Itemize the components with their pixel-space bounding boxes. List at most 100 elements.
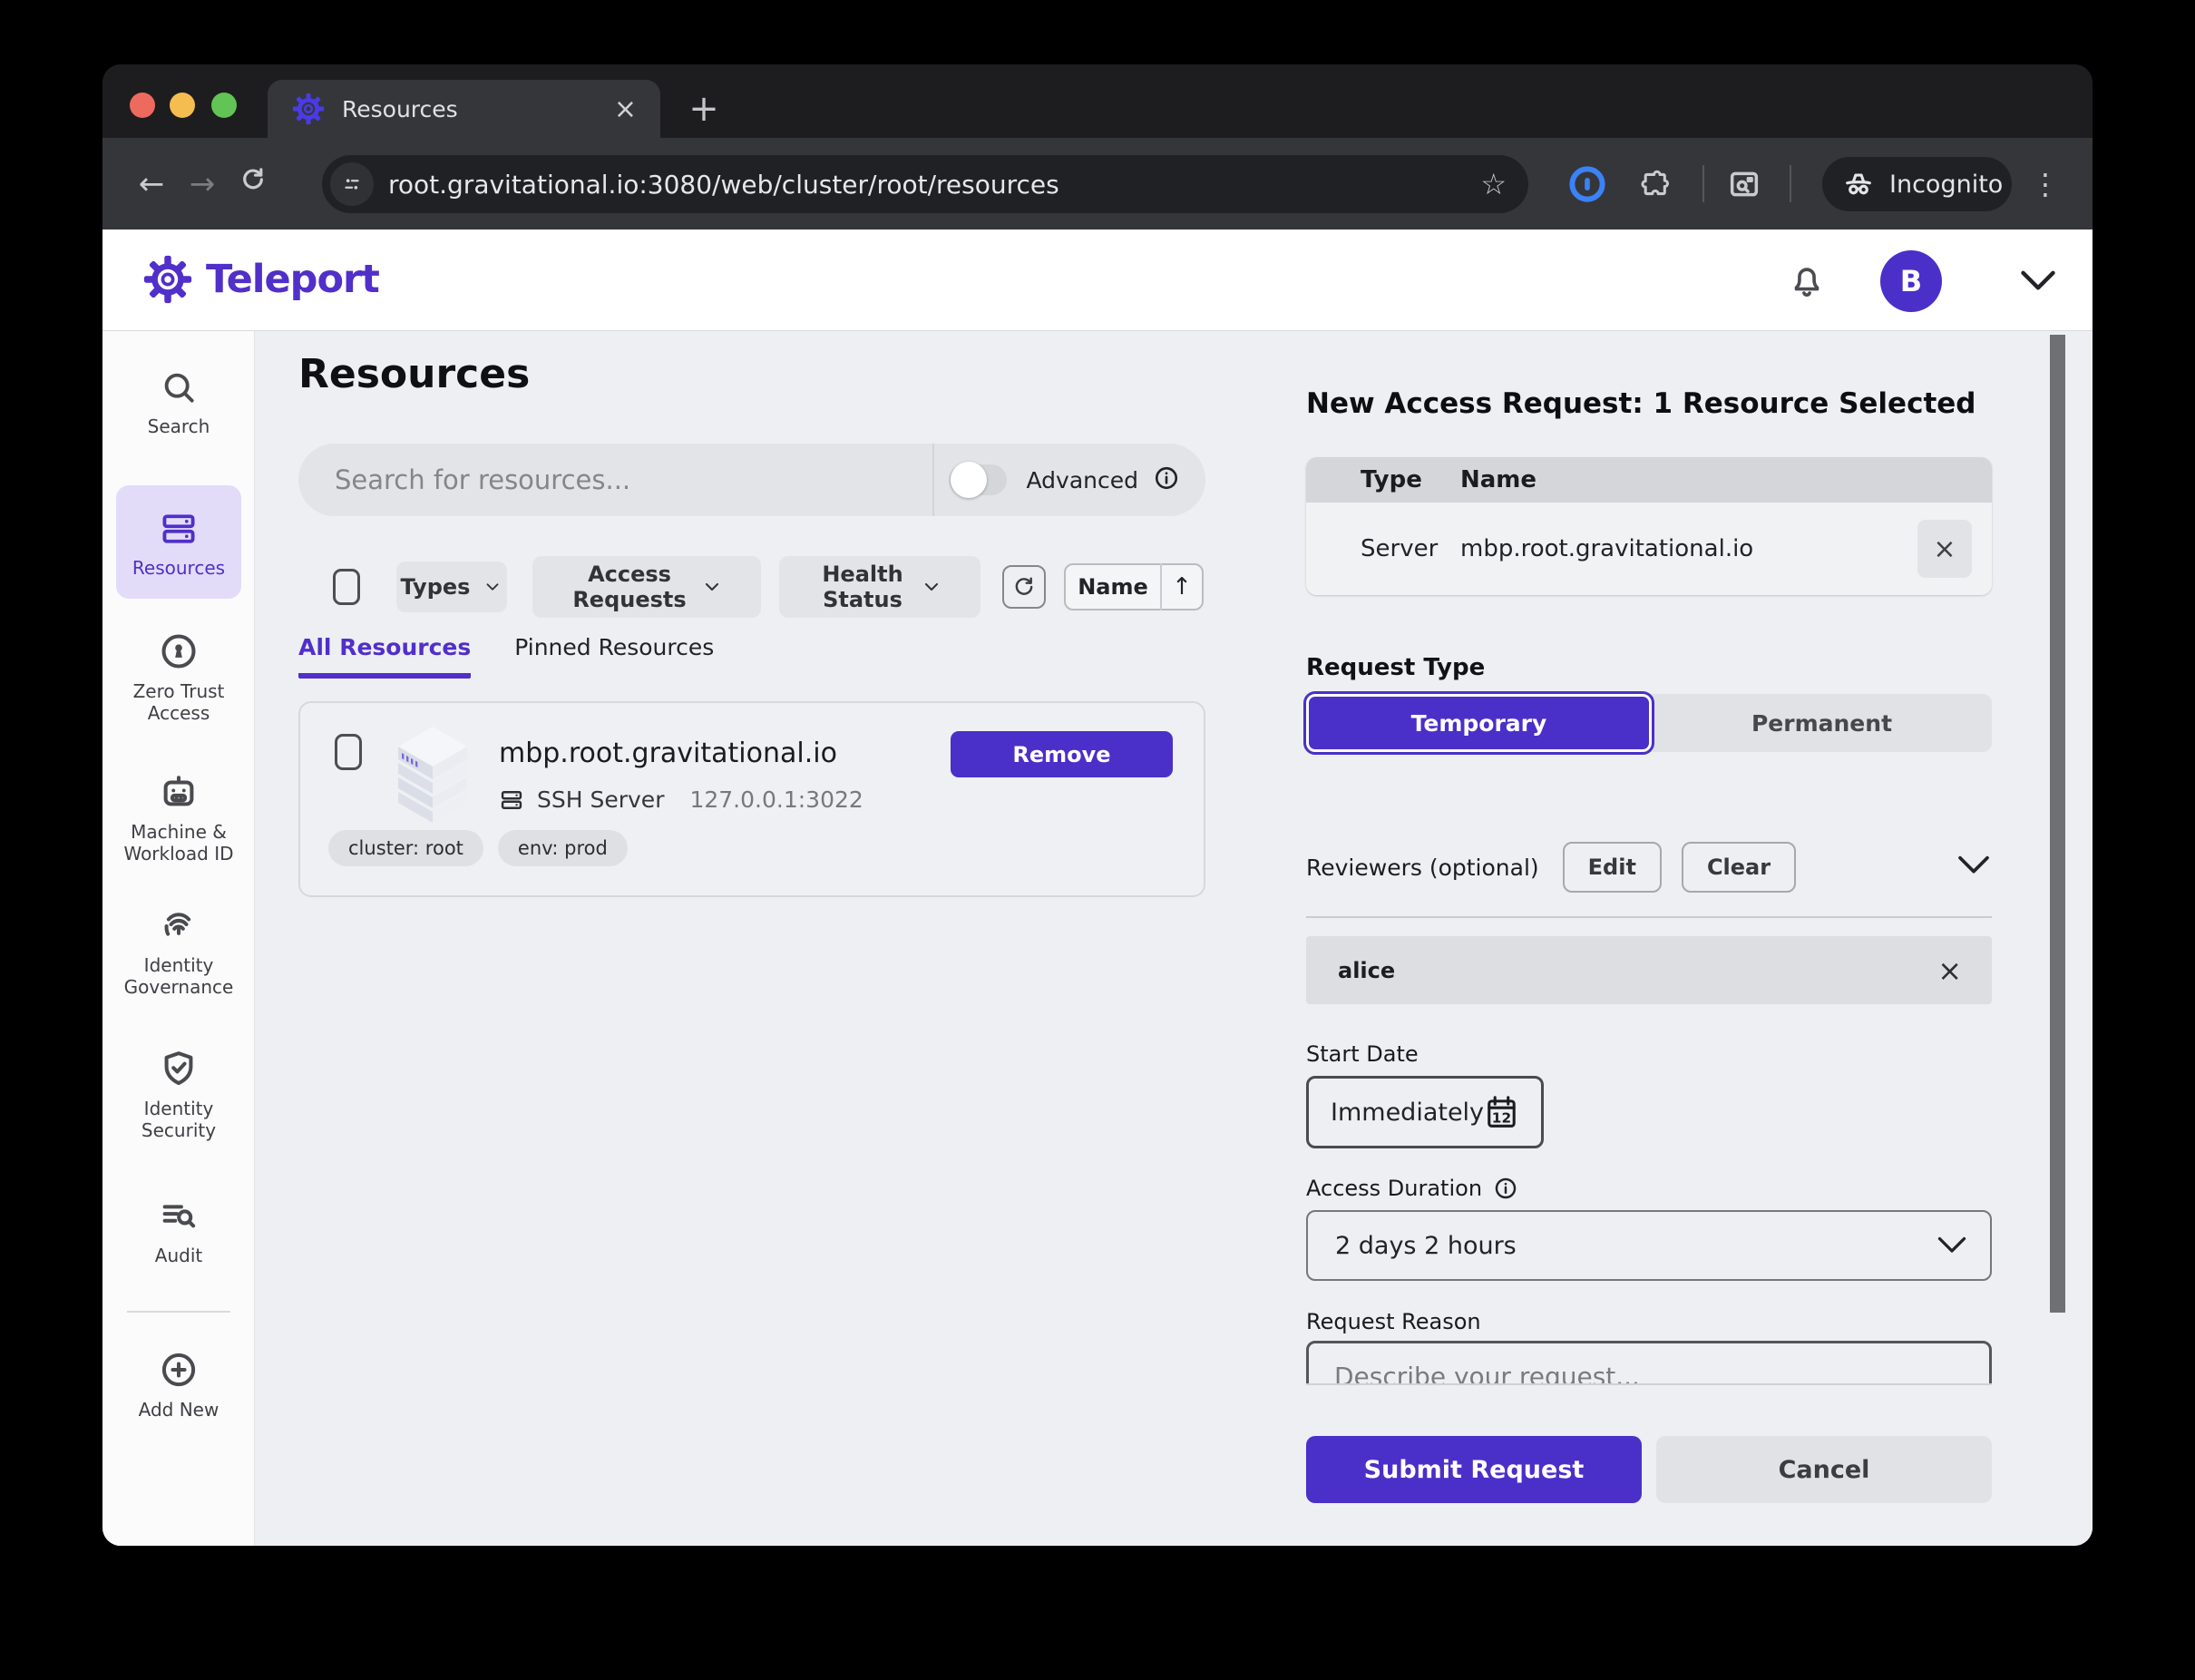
resource-meta: SSH Server 127.0.0.1:3022 [499, 786, 863, 813]
request-reason-label: Request Reason [1306, 1309, 1992, 1334]
resource-checkbox[interactable] [335, 734, 362, 770]
sort-direction-icon[interactable]: ↑ [1162, 573, 1202, 601]
types-filter-button[interactable]: Types [396, 562, 507, 612]
maximize-window-button[interactable] [211, 93, 237, 118]
resource-tags: cluster: root env: prod [328, 830, 628, 866]
remove-button[interactable]: Remove [951, 731, 1173, 777]
teleport-logo[interactable]: Teleport [142, 254, 379, 305]
selected-resources-table: Type Name Server mbp.root.gravitational.… [1306, 457, 1992, 595]
panel-title: New Access Request: 1 Resource Selected [1306, 387, 1992, 420]
resource-kind: SSH Server [537, 786, 664, 813]
refresh-button[interactable] [1002, 565, 1046, 609]
close-tab-icon[interactable]: × [614, 93, 637, 125]
chevron-down-icon [1936, 1234, 1968, 1257]
access-request-panel: New Access Request: 1 Resource Selected … [1306, 331, 1992, 1546]
table-row: Server mbp.root.gravitational.io × [1306, 503, 1992, 595]
notifications-bell-icon[interactable] [1786, 259, 1828, 305]
sort-button[interactable]: Name ↑ [1064, 563, 1204, 610]
sidebar-item-identity-governance[interactable]: Identity Governance [102, 904, 255, 999]
browser-menu-icon[interactable]: ⋮ [2031, 138, 2060, 230]
resource-card[interactable]: mbp.root.gravitational.io SSH Server 127… [298, 701, 1205, 897]
sidebar-item-zero-trust-access[interactable]: Zero Trust Access [102, 630, 255, 725]
access-duration-select[interactable]: 2 days 2 hours [1306, 1210, 1992, 1281]
sidebar-nav: Search Resources Zero Trust Access [102, 331, 255, 1546]
incognito-badge: Incognito [1822, 157, 2012, 211]
access-duration-label: Access Duration [1306, 1176, 1992, 1201]
svg-text:12: 12 [1492, 1109, 1511, 1126]
select-all-checkbox[interactable] [333, 569, 360, 605]
minimize-window-button[interactable] [170, 93, 195, 118]
health-status-filter-button[interactable]: Health Status [779, 556, 980, 618]
sidebar-item-machine-workload-id[interactable]: Machine & Workload ID [102, 771, 255, 865]
tab-title: Resources [342, 96, 614, 122]
col-header-type: Type [1306, 466, 1460, 493]
reviewers-divider [1306, 916, 1992, 918]
teleport-favicon-icon [291, 92, 326, 126]
tab-pinned-resources[interactable]: Pinned Resources [514, 634, 714, 679]
password-manager-icon[interactable] [1568, 138, 1606, 230]
search-divider [932, 444, 934, 516]
reviewers-chevron-down-icon[interactable] [1956, 852, 1992, 883]
url-text[interactable]: root.gravitational.io:3080/web/cluster/r… [388, 170, 1480, 200]
user-avatar[interactable]: B [1880, 250, 1942, 312]
sidebar-item-add-new[interactable]: Add New [102, 1349, 255, 1421]
resource-search-bar[interactable]: Search for resources... Advanced [298, 444, 1205, 516]
reviewers-clear-button[interactable]: Clear [1682, 842, 1796, 893]
extensions-puzzle-icon[interactable] [1637, 138, 1672, 230]
request-type-permanent[interactable]: Permanent [1652, 694, 1992, 752]
sidebar-item-search[interactable]: Search [102, 367, 255, 437]
close-window-button[interactable] [130, 93, 155, 118]
forward-icon[interactable]: → [177, 166, 228, 202]
chevron-down-icon [483, 577, 502, 597]
advanced-info-icon[interactable] [1153, 464, 1180, 495]
advanced-label: Advanced [1027, 467, 1139, 493]
browser-tab[interactable]: Resources × [268, 80, 660, 138]
request-type-temporary[interactable]: Temporary [1306, 694, 1652, 752]
request-reason-textarea[interactable]: Describe your request... [1306, 1341, 1992, 1383]
sidebar-item-identity-security[interactable]: Identity Security [102, 1048, 255, 1142]
sidebar-item-audit[interactable]: Audit [102, 1195, 255, 1266]
submit-request-button[interactable]: Submit Request [1306, 1436, 1642, 1503]
teleport-gear-icon [142, 254, 193, 305]
reviewers-edit-button[interactable]: Edit [1563, 842, 1662, 893]
main-area: Resources Search for resources... Advanc… [255, 331, 2093, 1546]
row-name: mbp.root.gravitational.io [1460, 535, 1992, 562]
account-menu-chevron-down-icon[interactable] [2018, 266, 2058, 300]
remove-selected-resource-button[interactable]: × [1917, 520, 1972, 578]
back-icon[interactable]: ← [126, 166, 177, 202]
new-tab-button[interactable]: + [679, 84, 728, 133]
plus-circle-icon [158, 1349, 200, 1391]
page-content: Search Resources Zero Trust Access [102, 331, 2093, 1546]
robot-icon [158, 771, 200, 813]
resource-name[interactable]: mbp.root.gravitational.io [499, 737, 837, 769]
advanced-toggle[interactable] [949, 464, 1007, 495]
site-info-icon[interactable] [330, 162, 374, 206]
tab-all-resources[interactable]: All Resources [298, 634, 471, 679]
panel-scroll-edge [1306, 1383, 1992, 1385]
panel-actions: Submit Request Cancel [1306, 1436, 1992, 1503]
reload-icon[interactable] [228, 165, 278, 202]
side-panel-search-icon[interactable] [1726, 138, 1762, 230]
page-scrollbar[interactable] [2050, 335, 2065, 1313]
sidebar-divider [127, 1311, 230, 1313]
request-reason-clip: Describe your request... [1306, 1341, 1992, 1383]
sidebar-item-resources[interactable]: Resources [116, 485, 241, 599]
access-requests-filter-button[interactable]: Access Requests [532, 556, 761, 618]
tag-env[interactable]: env: prod [498, 830, 628, 866]
cancel-button[interactable]: Cancel [1656, 1436, 1992, 1503]
fingerprint-icon [158, 904, 200, 946]
server-icon [499, 787, 524, 813]
duration-info-icon[interactable] [1493, 1176, 1518, 1201]
address-bar[interactable]: root.gravitational.io:3080/web/cluster/r… [322, 155, 1528, 213]
resource-address: 127.0.0.1:3022 [689, 786, 863, 813]
browser-window: Resources × + ← → root.gravitational.io:… [102, 64, 2093, 1546]
request-type-segmented-control: Temporary Permanent [1306, 694, 1992, 752]
audit-list-icon [158, 1195, 200, 1236]
reviewers-label: Reviewers (optional) [1306, 855, 1539, 881]
bookmark-star-icon[interactable]: ☆ [1480, 167, 1507, 201]
start-date-input[interactable]: Immediately 12 [1306, 1076, 1544, 1148]
tag-cluster[interactable]: cluster: root [328, 830, 483, 866]
start-date-value: Immediately [1331, 1099, 1484, 1127]
search-placeholder[interactable]: Search for resources... [335, 464, 932, 495]
remove-reviewer-icon[interactable]: × [1937, 953, 1962, 988]
